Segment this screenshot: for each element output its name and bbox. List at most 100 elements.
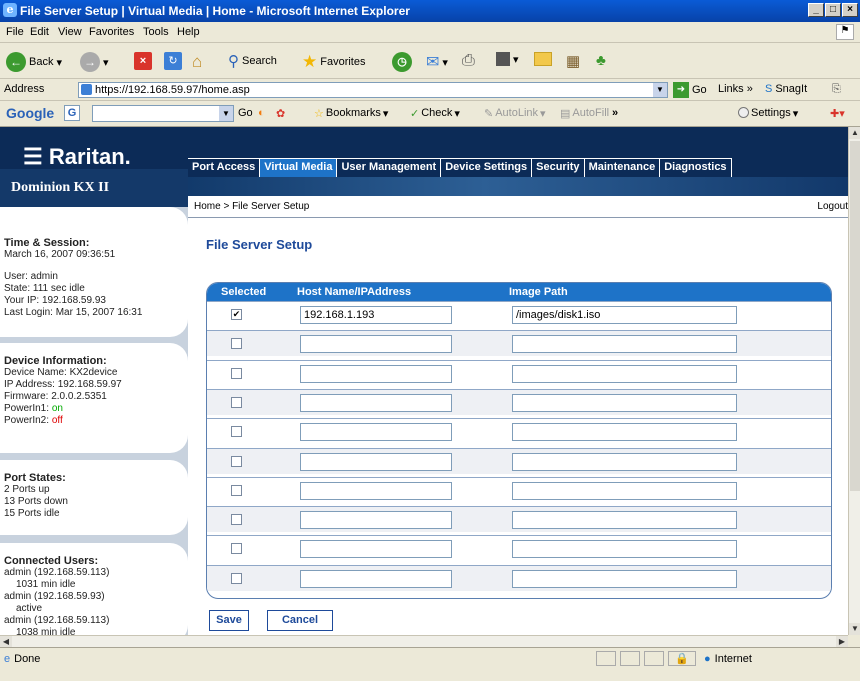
google-search-input[interactable]: ▼: [92, 105, 234, 122]
session-state: State: 111 sec idle: [4, 283, 85, 294]
host-input[interactable]: [300, 540, 452, 559]
toolbar-options-icon[interactable]: ✚▾: [830, 107, 845, 120]
table-row: [207, 564, 831, 591]
host-input[interactable]: [300, 452, 452, 471]
menu-favorites[interactable]: Favorites: [89, 26, 134, 38]
host-input[interactable]: 192.168.1.193: [300, 306, 452, 324]
image-path-input[interactable]: [512, 364, 737, 383]
history-button[interactable]: ◷: [392, 52, 412, 72]
scroll-up-icon[interactable]: ▲: [849, 127, 860, 139]
settings-button[interactable]: Settings ▾: [738, 107, 798, 120]
session-panel: Time & Session: March 16, 2007 09:36:51 …: [0, 207, 188, 337]
header-image-path: Image Path: [509, 286, 568, 298]
status-done: e Done: [4, 653, 40, 665]
google-go-button[interactable]: Go: [238, 107, 253, 119]
vertical-scroll-thumb[interactable]: [850, 141, 860, 491]
save-button[interactable]: Save: [209, 610, 249, 631]
image-path-input[interactable]: [512, 423, 737, 442]
cancel-button[interactable]: Cancel: [267, 610, 333, 631]
stop-button[interactable]: ×: [134, 52, 152, 70]
close-button[interactable]: ×: [842, 3, 858, 17]
edit-button[interactable]: ▾: [496, 52, 519, 66]
row-select-checkbox[interactable]: [231, 396, 242, 408]
tab-security[interactable]: Security: [532, 158, 585, 177]
horizontal-scrollbar[interactable]: ◀ ▶: [0, 635, 848, 648]
tab-device-settings[interactable]: Device Settings: [441, 158, 533, 177]
row-select-checkbox[interactable]: ✔: [231, 309, 242, 320]
snagit-button[interactable]: S SnagIt: [765, 83, 807, 95]
breadcrumb[interactable]: Home > File Server Setup: [194, 201, 309, 212]
tab-user-management[interactable]: User Management: [337, 158, 442, 177]
forward-button[interactable]: → ▾: [80, 52, 109, 72]
address-input[interactable]: https://192.168.59.97/home.asp ▼: [78, 82, 668, 98]
host-input[interactable]: [300, 511, 452, 530]
chevron-down-icon[interactable]: ▼: [219, 106, 233, 121]
logout-link[interactable]: Logout: [817, 201, 848, 212]
chevron-down-icon[interactable]: ▼: [653, 83, 667, 97]
folder-button[interactable]: [534, 52, 552, 66]
host-input[interactable]: [300, 393, 452, 412]
image-path-input[interactable]: [512, 335, 737, 354]
mail-button[interactable]: ✉ ▾: [426, 52, 448, 72]
row-select-checkbox[interactable]: [231, 338, 242, 350]
google-toolbar: Google G ▼ Go ◐ ✿ ☆ Bookmarks ▾ ✓ Check ▾ ✎ A…: [0, 101, 860, 127]
go-button[interactable]: ➜ Go: [673, 82, 707, 98]
menu-tools[interactable]: Tools: [143, 26, 169, 38]
row-select-checkbox[interactable]: [231, 484, 242, 496]
refresh-button[interactable]: ↻: [164, 52, 182, 70]
image-path-input[interactable]: [512, 481, 737, 500]
user-status: 1038 min idle: [16, 627, 76, 635]
image-path-input[interactable]: [512, 569, 737, 588]
chevron-down-icon: ▾: [513, 53, 519, 66]
minimize-button[interactable]: _: [808, 3, 824, 17]
print-button[interactable]: ⎙: [462, 52, 475, 70]
image-path-input[interactable]: [512, 393, 737, 412]
spellcheck-button[interactable]: ✓ Check ▾: [410, 107, 460, 120]
favorites-button[interactable]: ★ Favorites: [302, 52, 366, 72]
row-select-checkbox[interactable]: [231, 367, 242, 379]
back-arrow-icon: ←: [6, 52, 26, 72]
snagit-capture-icon[interactable]: ⎘: [832, 83, 841, 96]
autofill-button[interactable]: ▤ AutoFill: [560, 107, 609, 120]
tab-diagnostics[interactable]: Diagnostics: [660, 158, 732, 177]
host-input[interactable]: [300, 481, 452, 500]
vertical-scrollbar[interactable]: ▲ ▼: [848, 127, 860, 635]
menu-view[interactable]: View: [58, 26, 82, 38]
search-button[interactable]: ⚲ Search: [228, 52, 277, 70]
home-button[interactable]: ⌂: [192, 52, 202, 72]
menu-edit[interactable]: Edit: [30, 26, 49, 38]
research-button[interactable]: ▦: [566, 52, 580, 70]
pagerank-icon[interactable]: ◐: [258, 107, 265, 119]
image-path-input[interactable]: [512, 540, 737, 559]
menu-file[interactable]: File: [6, 26, 24, 38]
status-pane: [644, 651, 664, 666]
image-path-input[interactable]: [512, 511, 737, 530]
host-input[interactable]: [300, 364, 452, 383]
autolink-button[interactable]: ✎ AutoLink ▾: [484, 107, 546, 120]
tab-maintenance[interactable]: Maintenance: [584, 158, 661, 177]
toolbar-overflow-chevron[interactable]: »: [612, 107, 618, 119]
row-select-checkbox[interactable]: [231, 426, 242, 438]
address-url: https://192.168.59.97/home.asp: [95, 84, 250, 96]
scroll-down-icon[interactable]: ▼: [849, 623, 860, 635]
stop-icon: ×: [134, 52, 152, 70]
row-select-checkbox[interactable]: [231, 572, 242, 584]
popup-blocker-icon[interactable]: ✿: [276, 107, 285, 120]
bookmarks-button[interactable]: ☆ Bookmarks ▾: [314, 107, 388, 120]
host-input[interactable]: [300, 423, 452, 442]
host-input[interactable]: [300, 335, 452, 354]
row-select-checkbox[interactable]: [231, 543, 242, 555]
row-select-checkbox[interactable]: [231, 455, 242, 467]
row-select-checkbox[interactable]: [231, 514, 242, 526]
back-button[interactable]: ← Back ▾: [6, 52, 62, 72]
menu-help[interactable]: Help: [177, 26, 200, 38]
maximize-button[interactable]: □: [825, 3, 841, 17]
tab-virtual-media[interactable]: Virtual Media: [260, 158, 338, 177]
google-g-icon[interactable]: G: [64, 105, 80, 121]
links-button[interactable]: Links »: [718, 83, 753, 95]
image-path-input[interactable]: /images/disk1.iso: [512, 306, 737, 324]
host-input[interactable]: [300, 569, 452, 588]
messenger-button[interactable]: ♣: [596, 52, 606, 69]
tab-port-access[interactable]: Port Access: [188, 158, 261, 177]
image-path-input[interactable]: [512, 452, 737, 471]
